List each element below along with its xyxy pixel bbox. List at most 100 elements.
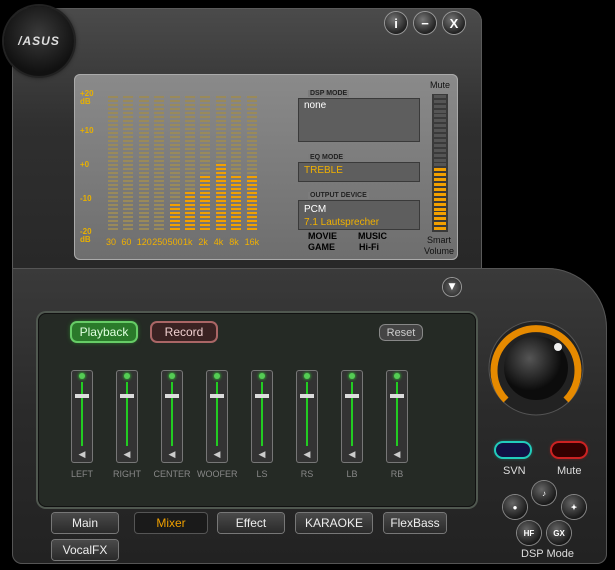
eq-segment (246, 176, 257, 178)
mute-toggle[interactable] (552, 443, 586, 457)
eq-segment (231, 184, 242, 186)
eq-segment (108, 140, 118, 142)
eq-segment (246, 128, 257, 130)
tab-main[interactable]: Main (52, 513, 118, 533)
eq-segment (215, 156, 226, 158)
fader-handle[interactable] (255, 394, 269, 398)
eq-segment (200, 124, 211, 126)
eq-segment (231, 204, 242, 206)
eq-segment (185, 184, 195, 186)
eq-segment (169, 216, 180, 218)
tab-mixer[interactable]: Mixer (135, 513, 207, 533)
mode-game[interactable]: GAME (308, 242, 335, 252)
eq-segment (154, 100, 165, 102)
dsp-gx-button[interactable]: GX (547, 521, 571, 545)
eq-segment (108, 100, 118, 102)
fader-center[interactable]: ◀ (161, 370, 183, 463)
volume-segment (434, 212, 446, 216)
dsp-hf-button[interactable]: HF (517, 521, 541, 545)
volume-meter[interactable] (432, 94, 448, 232)
fader-handle[interactable] (120, 394, 134, 398)
eq-segment (246, 192, 257, 194)
eq-segment (123, 152, 134, 154)
volume-segment (434, 114, 446, 118)
close-button[interactable]: X (443, 12, 465, 34)
fader-handle[interactable] (210, 394, 224, 398)
fader-handle[interactable] (390, 394, 404, 398)
eq-segment (185, 124, 195, 126)
eq-segment (185, 176, 195, 178)
eq-segment (215, 152, 226, 154)
eq-segment (185, 136, 195, 138)
master-volume-knob[interactable] (486, 318, 586, 418)
eq-segment (215, 108, 226, 110)
eq-segment (200, 196, 211, 198)
eq-segment (138, 128, 149, 130)
eq-segment (200, 180, 211, 182)
tab-effect[interactable]: Effect (218, 513, 284, 533)
fader-right[interactable]: ◀ (116, 370, 138, 463)
mixer-panel: Playback Record Reset ◀ LEFT ◀ RIGHT ◀ CENTER… (38, 313, 476, 507)
eq-segment (169, 156, 180, 158)
eq-segment (138, 196, 149, 198)
eq-segment (108, 220, 118, 222)
fader-left[interactable]: ◀ (71, 370, 93, 463)
eq-segment (215, 196, 226, 198)
reset-button[interactable]: Reset (380, 325, 422, 340)
speaker-mute-icon[interactable]: ◀ (346, 450, 358, 460)
fader-rb[interactable]: ◀ (386, 370, 408, 463)
dsp-mode-button-2[interactable]: ♪ (532, 481, 556, 505)
mode-music[interactable]: MUSIC (358, 231, 387, 241)
dsp-mode-label: DSP Mode (521, 548, 574, 560)
speaker-mute-icon[interactable]: ◀ (211, 450, 223, 460)
fader-woofer[interactable]: ◀ (206, 370, 228, 463)
eq-segment (123, 124, 134, 126)
mode-movie[interactable]: MOVIE (308, 231, 337, 241)
eq-segment (108, 200, 118, 202)
eq-segment (246, 204, 257, 206)
volume-segment (434, 227, 446, 231)
eq-segment (169, 124, 180, 126)
fader-handle[interactable] (165, 394, 179, 398)
volume-segment (434, 173, 446, 177)
volume-segment (434, 158, 446, 162)
fader-handle[interactable] (300, 394, 314, 398)
volume-segment (434, 202, 446, 206)
channel-led (304, 373, 310, 379)
svn-toggle[interactable] (496, 443, 530, 457)
eq-segment (123, 100, 134, 102)
fader-ls[interactable]: ◀ (251, 370, 273, 463)
fader-rs[interactable]: ◀ (296, 370, 318, 463)
channel-label: RB (390, 469, 404, 479)
playback-button[interactable]: Playback (72, 323, 136, 341)
fader-handle[interactable] (75, 394, 89, 398)
speaker-mute-icon[interactable]: ◀ (121, 450, 133, 460)
fader-lb[interactable]: ◀ (341, 370, 363, 463)
speaker-mute-icon[interactable]: ◀ (301, 450, 313, 460)
db-label-0: +0 (80, 160, 90, 169)
speaker-mute-icon[interactable]: ◀ (391, 450, 403, 460)
mode-hifi[interactable]: Hi-Fi (359, 242, 379, 252)
fader-track (171, 382, 173, 446)
info-button[interactable]: i (385, 12, 407, 34)
eq-segment (231, 188, 242, 190)
dsp-mode-button-3[interactable]: ✦ (562, 495, 586, 519)
expand-button[interactable]: ▼ (443, 278, 461, 296)
speaker-mute-icon[interactable]: ◀ (256, 450, 268, 460)
eq-segment (200, 224, 211, 226)
eq-segment (200, 136, 211, 138)
fader-handle[interactable] (345, 394, 359, 398)
tab-flexbass[interactable]: FlexBass (384, 513, 446, 533)
volume-segment (434, 148, 446, 152)
dsp-mode-button-1[interactable]: ● (503, 495, 527, 519)
speaker-mute-icon[interactable]: ◀ (76, 450, 88, 460)
record-button[interactable]: Record (152, 323, 216, 341)
eq-segment (185, 188, 195, 190)
speaker-mute-icon[interactable]: ◀ (166, 450, 178, 460)
eq-segment (123, 136, 134, 138)
tab-karaoke[interactable]: KARAOKE (296, 513, 372, 533)
eq-segment (231, 104, 242, 106)
minimize-button[interactable]: − (414, 12, 436, 34)
eq-segment (185, 216, 195, 218)
tab-vocalfx[interactable]: VocalFX (52, 540, 118, 560)
